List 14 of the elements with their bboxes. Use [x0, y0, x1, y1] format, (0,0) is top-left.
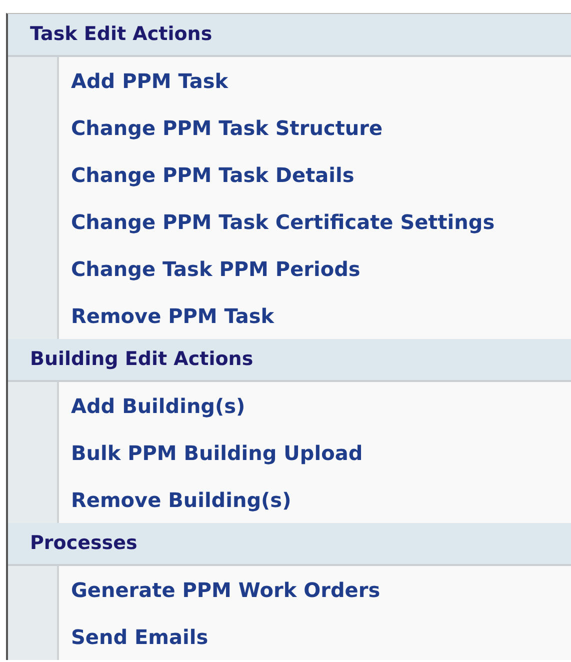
- action-link[interactable]: Generate PPM Work Orders: [71, 578, 380, 602]
- action-link[interactable]: Add Building(s): [71, 394, 246, 418]
- section-header: Task Edit Actions: [8, 14, 571, 57]
- action-link[interactable]: Send Emails: [71, 624, 208, 648]
- action-link[interactable]: Bulk PPM Building Upload: [71, 440, 363, 464]
- action-link[interactable]: Remove Building(s): [71, 488, 292, 512]
- action-link[interactable]: Add PPM Task: [71, 68, 228, 92]
- section-header: Building Edit Actions: [8, 339, 571, 382]
- action-link[interactable]: Change PPM Task Certificate Settings: [71, 210, 495, 234]
- action-link[interactable]: Change PPM Task Details: [71, 162, 354, 186]
- action-link[interactable]: Change PPM Task Structure: [71, 116, 383, 140]
- action-link[interactable]: Remove PPM Task: [71, 304, 274, 328]
- section-header: Processes: [8, 523, 571, 566]
- action-link[interactable]: Change Task PPM Periods: [71, 256, 360, 280]
